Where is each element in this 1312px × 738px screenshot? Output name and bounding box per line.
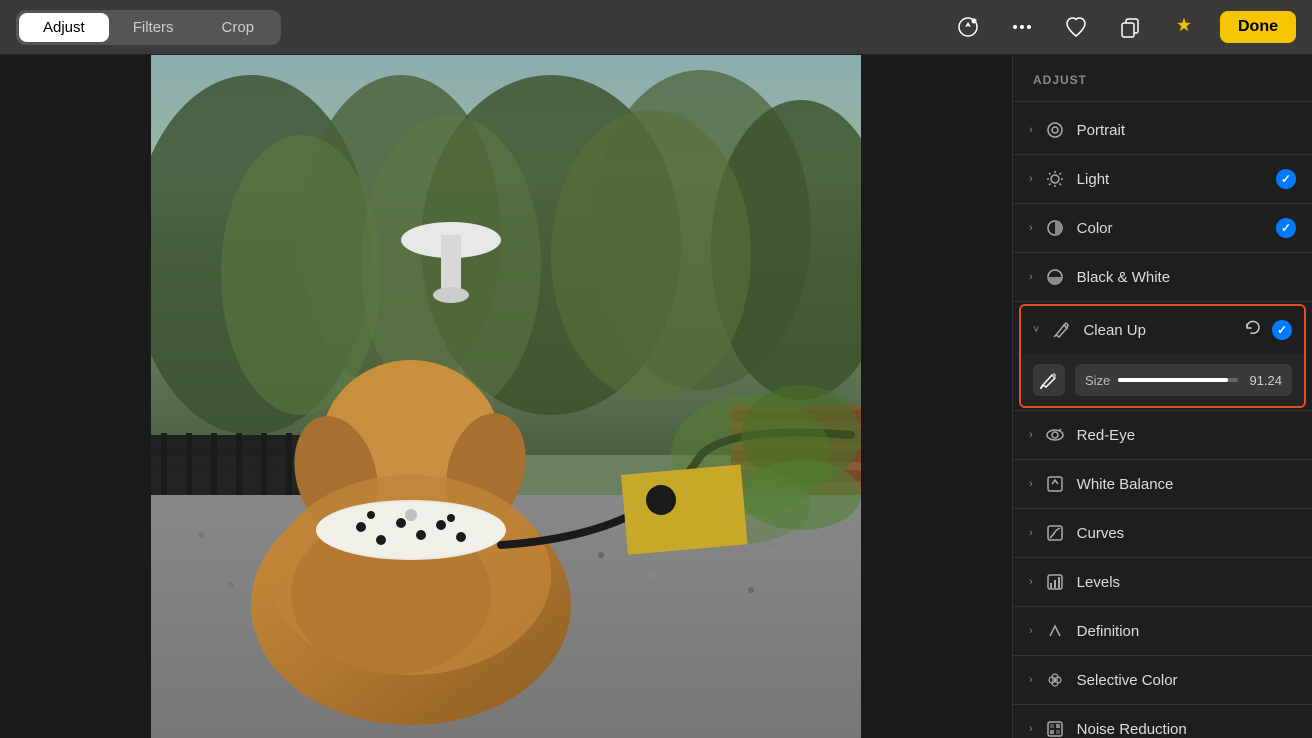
favorites-icon[interactable] <box>1058 9 1094 45</box>
chevron-right-selective: › <box>1029 674 1033 686</box>
panel-title: ADJUST <box>1013 67 1312 102</box>
adjust-item-levels[interactable]: › Levels <box>1013 558 1312 606</box>
chevron-right-redeye: › <box>1029 429 1033 441</box>
size-label: Size <box>1085 373 1110 388</box>
cleanup-icon <box>1049 318 1073 342</box>
light-icon <box>1043 167 1067 191</box>
color-icon <box>1043 216 1067 240</box>
levels-icon <box>1043 570 1067 594</box>
toolbar: Adjust Filters Crop <box>0 0 1312 55</box>
curves-label: Curves <box>1077 525 1296 542</box>
tab-filters[interactable]: Filters <box>109 13 198 42</box>
chevron-right-color: › <box>1029 222 1033 234</box>
light-label: Light <box>1077 171 1276 188</box>
cleanup-check: ✓ <box>1272 320 1292 340</box>
adjust-item-color[interactable]: › Color ✓ <box>1013 204 1312 252</box>
auto-enhance-icon[interactable] <box>950 9 986 45</box>
noise-label: Noise Reduction <box>1077 721 1296 738</box>
color-label: Color <box>1077 220 1276 237</box>
adjust-item-wb[interactable]: › White Balance <box>1013 460 1312 508</box>
portrait-icon <box>1043 118 1067 142</box>
chevron-right-bw: › <box>1029 271 1033 283</box>
brush-tool-button[interactable] <box>1033 364 1065 396</box>
cleanup-section: ˅ Clean Up ✓ <box>1019 304 1306 408</box>
tab-adjust[interactable]: Adjust <box>19 13 109 42</box>
tab-crop[interactable]: Crop <box>198 13 279 42</box>
cleanup-header[interactable]: ˅ Clean Up ✓ <box>1021 306 1304 354</box>
adjust-item-curves[interactable]: › Curves <box>1013 509 1312 557</box>
chevron-right-light: › <box>1029 173 1033 185</box>
adjust-item-light[interactable]: › Light ✓ <box>1013 155 1312 203</box>
main-content: ADJUST › Portrait › <box>0 55 1312 738</box>
selective-label: Selective Color <box>1077 672 1296 689</box>
cleanup-actions: ✓ <box>1244 319 1292 342</box>
redeye-label: Red-Eye <box>1077 427 1296 444</box>
cleanup-content: Size 91.24 <box>1021 354 1304 406</box>
adjust-item-selective[interactable]: › Selective Color <box>1013 656 1312 704</box>
adjust-item-definition[interactable]: › Definition <box>1013 607 1312 655</box>
definition-label: Definition <box>1077 623 1296 640</box>
size-fill <box>1118 378 1227 382</box>
chevron-right-curves: › <box>1029 527 1033 539</box>
tab-group-container: Adjust Filters Crop <box>16 10 281 45</box>
redeye-icon <box>1043 423 1067 447</box>
size-track <box>1118 378 1238 382</box>
adjust-item-redeye[interactable]: › Red-Eye <box>1013 411 1312 459</box>
bw-icon <box>1043 265 1067 289</box>
portrait-label: Portrait <box>1077 122 1296 139</box>
color-check: ✓ <box>1276 218 1296 238</box>
cleanup-undo-button[interactable] <box>1244 319 1262 342</box>
wb-label: White Balance <box>1077 476 1296 493</box>
curves-icon <box>1043 521 1067 545</box>
magic-wand-icon[interactable] <box>1166 9 1202 45</box>
cleanup-label: Clean Up <box>1083 322 1244 339</box>
noise-icon <box>1043 717 1067 738</box>
adjust-item-portrait[interactable]: › Portrait <box>1013 106 1312 154</box>
photo-area <box>0 55 1012 738</box>
adjust-panel: ADJUST › Portrait › <box>1012 55 1312 738</box>
photo-container <box>151 55 861 738</box>
wb-icon <box>1043 472 1067 496</box>
adjust-item-noise[interactable]: › Noise Reduction <box>1013 705 1312 738</box>
size-value: 91.24 <box>1246 373 1282 388</box>
chevron-down-cleanup: ˅ <box>1033 324 1039 336</box>
definition-icon <box>1043 619 1067 643</box>
toolbar-actions: Done <box>950 9 1296 45</box>
levels-label: Levels <box>1077 574 1296 591</box>
tab-group: Adjust Filters Crop <box>16 10 281 45</box>
size-slider[interactable]: Size 91.24 <box>1075 364 1292 396</box>
light-check: ✓ <box>1276 169 1296 189</box>
chevron-right-noise: › <box>1029 723 1033 735</box>
duplicate-icon[interactable] <box>1112 9 1148 45</box>
photo-image <box>151 55 861 738</box>
chevron-right-portrait: › <box>1029 124 1033 136</box>
chevron-right-definition: › <box>1029 625 1033 637</box>
chevron-right-wb: › <box>1029 478 1033 490</box>
bw-label: Black & White <box>1077 269 1296 286</box>
more-options-icon[interactable] <box>1004 9 1040 45</box>
done-button[interactable]: Done <box>1220 11 1296 43</box>
chevron-right-levels: › <box>1029 576 1033 588</box>
selective-icon <box>1043 668 1067 692</box>
adjust-item-bw[interactable]: › Black & White <box>1013 253 1312 301</box>
